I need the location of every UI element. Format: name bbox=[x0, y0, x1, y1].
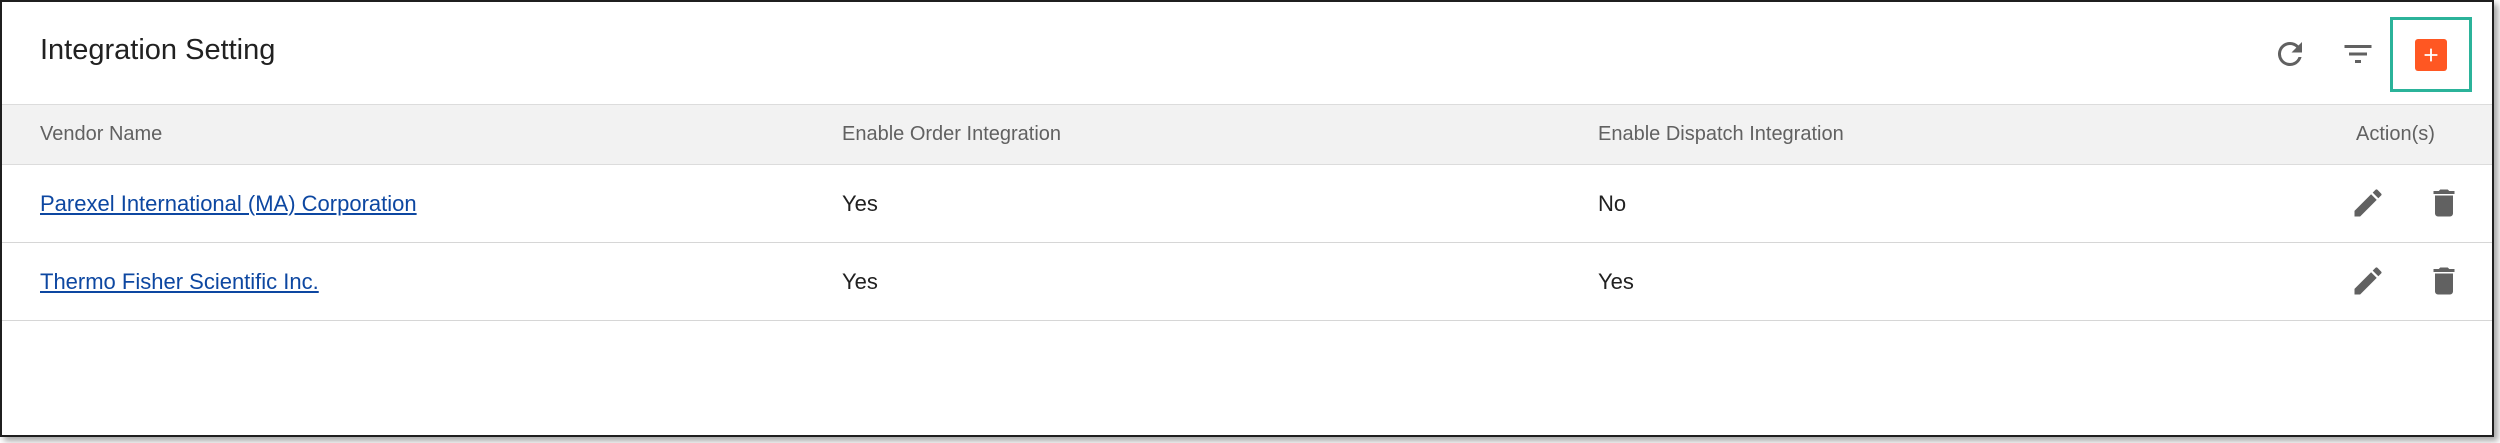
refresh-button[interactable] bbox=[2268, 32, 2312, 76]
delete-icon bbox=[2433, 189, 2455, 217]
table-header-row: Vendor Name Enable Order Integration Ena… bbox=[2, 104, 2492, 165]
delete-button[interactable] bbox=[2424, 261, 2464, 301]
actions-cell bbox=[2322, 243, 2492, 321]
toolbar bbox=[2092, 2, 2492, 102]
column-header-enable-order-integration[interactable]: Enable Order Integration bbox=[842, 104, 1598, 165]
refresh-icon bbox=[2277, 41, 2302, 66]
actions-cell bbox=[2322, 165, 2492, 243]
filter-icon bbox=[2344, 45, 2372, 63]
add-icon bbox=[2424, 48, 2438, 61]
panel-header: Integration Setting bbox=[2, 2, 2492, 102]
column-header-actions: Action(s) bbox=[2322, 104, 2492, 165]
delete-icon bbox=[2433, 267, 2455, 295]
edit-icon bbox=[2354, 267, 2382, 295]
dispatch-integration-cell: No bbox=[1598, 190, 1627, 216]
edit-icon bbox=[2354, 189, 2382, 217]
table-row: Parexel International (MA) Corporation Y… bbox=[2, 165, 2492, 243]
delete-button[interactable] bbox=[2424, 183, 2464, 223]
integration-setting-panel: Integration Setting Vendor Name Enable O… bbox=[0, 0, 2494, 437]
vendor-link[interactable]: Parexel International (MA) Corporation bbox=[40, 191, 417, 216]
integration-table: Vendor Name Enable Order Integration Ena… bbox=[2, 104, 2492, 321]
order-integration-cell: Yes bbox=[842, 268, 878, 294]
column-header-vendor-name[interactable]: Vendor Name bbox=[2, 104, 842, 165]
add-button[interactable] bbox=[2415, 38, 2447, 71]
add-button-highlight bbox=[2390, 17, 2472, 92]
edit-button[interactable] bbox=[2348, 183, 2388, 223]
vendor-link[interactable]: Thermo Fisher Scientific Inc. bbox=[40, 269, 319, 294]
vendor-name-cell: Parexel International (MA) Corporation bbox=[2, 165, 842, 243]
table-row: Thermo Fisher Scientific Inc. Yes Yes bbox=[2, 243, 2492, 321]
dispatch-integration-cell: Yes bbox=[1598, 268, 1634, 294]
column-header-enable-dispatch-integration[interactable]: Enable Dispatch Integration bbox=[1598, 104, 2322, 165]
page-title: Integration Setting bbox=[40, 34, 276, 66]
edit-button[interactable] bbox=[2348, 261, 2388, 301]
order-integration-cell: Yes bbox=[842, 190, 878, 216]
vendor-name-cell: Thermo Fisher Scientific Inc. bbox=[2, 243, 842, 321]
filter-button[interactable] bbox=[2336, 32, 2380, 76]
